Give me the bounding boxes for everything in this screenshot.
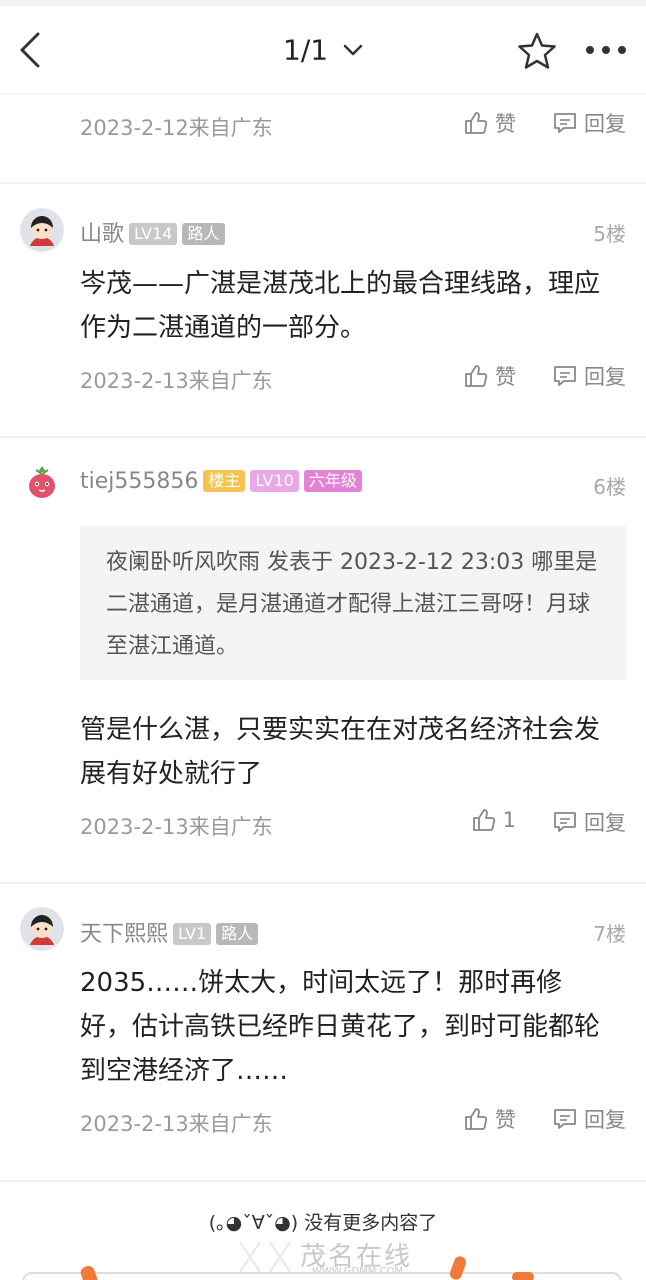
floor-number: 7楼 [593, 922, 626, 946]
reply-label: 回复 [584, 365, 626, 389]
post-date: 2023-2-13来自广东 [80, 1112, 273, 1136]
reply-bubble-icon [554, 1109, 576, 1129]
floor-number: 6楼 [593, 475, 626, 499]
post-meta-row: 2023-2-13来自广东 赞 回复 [80, 1104, 626, 1140]
reply-label: 回复 [584, 811, 626, 835]
chevron-down-icon [343, 44, 363, 56]
post-meta-row: 2023-2-13来自广东 赞 回复 [80, 361, 626, 397]
username[interactable]: 山歌 [80, 222, 124, 247]
page-indicator: 1/1 [283, 33, 329, 67]
divider [0, 436, 646, 438]
post-meta-row: 2023-2-13来自广东 1 回复 [80, 807, 626, 843]
like-button[interactable]: 赞 [463, 108, 516, 144]
username[interactable]: 天下熙熙 [80, 922, 168, 947]
reply-label: 回复 [584, 1108, 626, 1132]
post-date: 2023-2-13来自广东 [80, 369, 273, 393]
reply-button[interactable]: 回复 [552, 807, 626, 843]
favorite-button[interactable] [516, 30, 558, 72]
reply-bubble-icon [554, 812, 576, 832]
post-content: 岑茂——广湛是湛茂北上的最合理线路，理应作为二湛通道的一部分。 [80, 269, 601, 343]
username-row: 山歌 LV14 路人 [80, 216, 225, 248]
avatar-boy-icon [20, 907, 64, 951]
quoted-post[interactable]: 夜阑卧听风吹雨 发表于 2023-2-12 23:03 哪里是二湛通道，是月湛通… [80, 526, 626, 680]
like-count: 1 [502, 808, 516, 832]
role-badge: 路人 [216, 923, 259, 945]
reply-label: 回复 [584, 112, 626, 136]
post-content: 2035……饼太大，时间太远了！那时再修好，估计高铁已经昨日黄花了，到时可能都轮… [80, 968, 601, 1086]
like-label: 赞 [495, 112, 516, 136]
avatar-fruit-icon [20, 460, 64, 504]
thumbs-up-icon [465, 112, 488, 134]
host-badge: 楼主 [203, 470, 246, 492]
avatar[interactable] [20, 460, 64, 504]
thumbs-up-icon [465, 365, 488, 387]
post-content: 管是什么湛，只要实实在在对茂名经济社会发展有好处就行了 [80, 715, 601, 789]
nav-bar: 1/1 [0, 6, 646, 94]
like-button[interactable]: 赞 [463, 361, 516, 397]
avatar[interactable] [20, 907, 64, 951]
role-badge: 路人 [182, 223, 225, 245]
end-of-content-text: (｡◕ˇ∀ˇ◕) 没有更多内容了 [208, 1212, 438, 1234]
post-date: 2023-2-12来自广东 [80, 116, 273, 140]
divider [0, 182, 646, 184]
floor-number: 5楼 [593, 222, 626, 246]
username-row: 天下熙熙 LV1 路人 [80, 916, 259, 948]
post-date: 2023-2-13来自广东 [80, 815, 273, 839]
divider [0, 882, 646, 884]
reply-bubble-icon [554, 366, 576, 386]
level-badge: LV10 [250, 470, 299, 492]
reply-button[interactable]: 回复 [552, 361, 626, 397]
grade-badge: 六年级 [303, 470, 362, 492]
star-icon [518, 32, 556, 69]
username[interactable]: tiej555856 [80, 469, 198, 494]
level-badge: LV14 [129, 223, 178, 245]
reply-bubble-icon [554, 113, 576, 133]
like-button[interactable]: 1 [471, 807, 516, 843]
like-button[interactable]: 赞 [463, 1104, 516, 1140]
more-button[interactable] [584, 40, 628, 60]
divider [0, 1180, 646, 1182]
reply-button[interactable]: 回复 [552, 1104, 626, 1140]
more-dots-icon [586, 46, 626, 54]
username-row: tiej555856 楼主 LV10 六年级 [80, 469, 362, 494]
post-meta-row: 2023-2-12来自广东 赞 回复 [80, 108, 626, 144]
thumbs-up-icon [465, 1108, 488, 1130]
thumbs-up-icon [472, 809, 495, 831]
avatar[interactable] [20, 208, 64, 252]
level-badge: LV1 [173, 923, 212, 945]
decoration-shape [512, 1272, 534, 1280]
like-label: 赞 [495, 365, 516, 389]
reply-button[interactable]: 回复 [552, 108, 626, 144]
avatar-boy-icon [20, 208, 64, 252]
like-label: 赞 [495, 1108, 516, 1132]
